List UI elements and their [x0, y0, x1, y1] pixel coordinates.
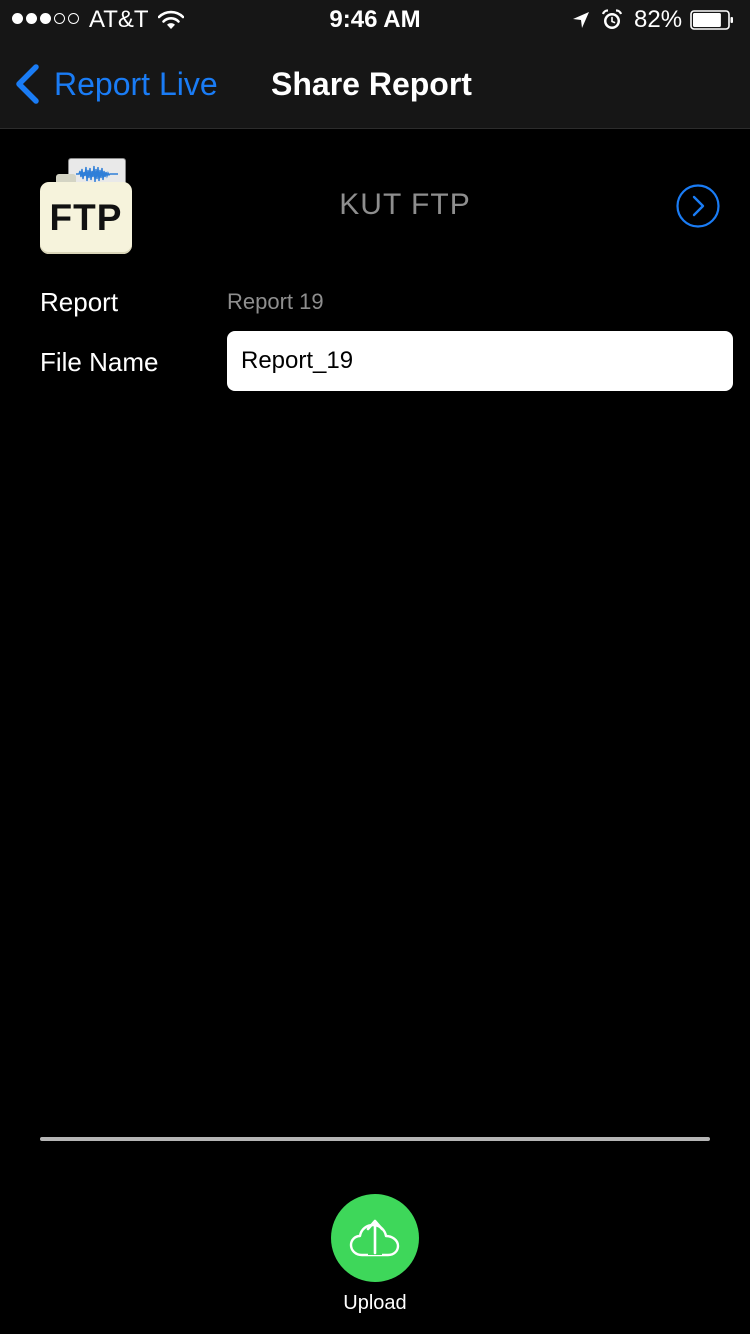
- upload-progress-bar: [40, 1137, 710, 1141]
- upload-label: Upload: [343, 1292, 407, 1314]
- location-arrow-icon: [573, 12, 589, 28]
- file-name-input[interactable]: [227, 331, 733, 391]
- chevron-right-circle-icon[interactable]: [676, 184, 720, 228]
- service-name: KUT FTP: [339, 188, 471, 221]
- chevron-left-icon: [16, 64, 39, 104]
- ftp-folder-logo: FTP: [40, 156, 132, 256]
- page-title: Share Report: [271, 66, 472, 102]
- battery-icon: [690, 10, 733, 30]
- alarm-icon: [601, 9, 623, 29]
- back-button-label: Report Live: [54, 66, 218, 102]
- cloud-upload-icon: [349, 1219, 400, 1257]
- battery-percent: 82%: [634, 6, 683, 33]
- report-label: Report: [40, 287, 119, 317]
- upload-button[interactable]: [331, 1194, 419, 1282]
- status-bar: AT&T 9:46 AM 82%: [0, 0, 750, 40]
- back-button[interactable]: Report Live: [14, 62, 218, 106]
- waveform-icon: [76, 165, 118, 183]
- report-value: Report 19: [227, 289, 324, 314]
- ftp-logo-text: FTP: [49, 197, 123, 238]
- navigation-bar: Report Live Share Report: [0, 40, 750, 129]
- file-name-label: File Name: [40, 347, 159, 377]
